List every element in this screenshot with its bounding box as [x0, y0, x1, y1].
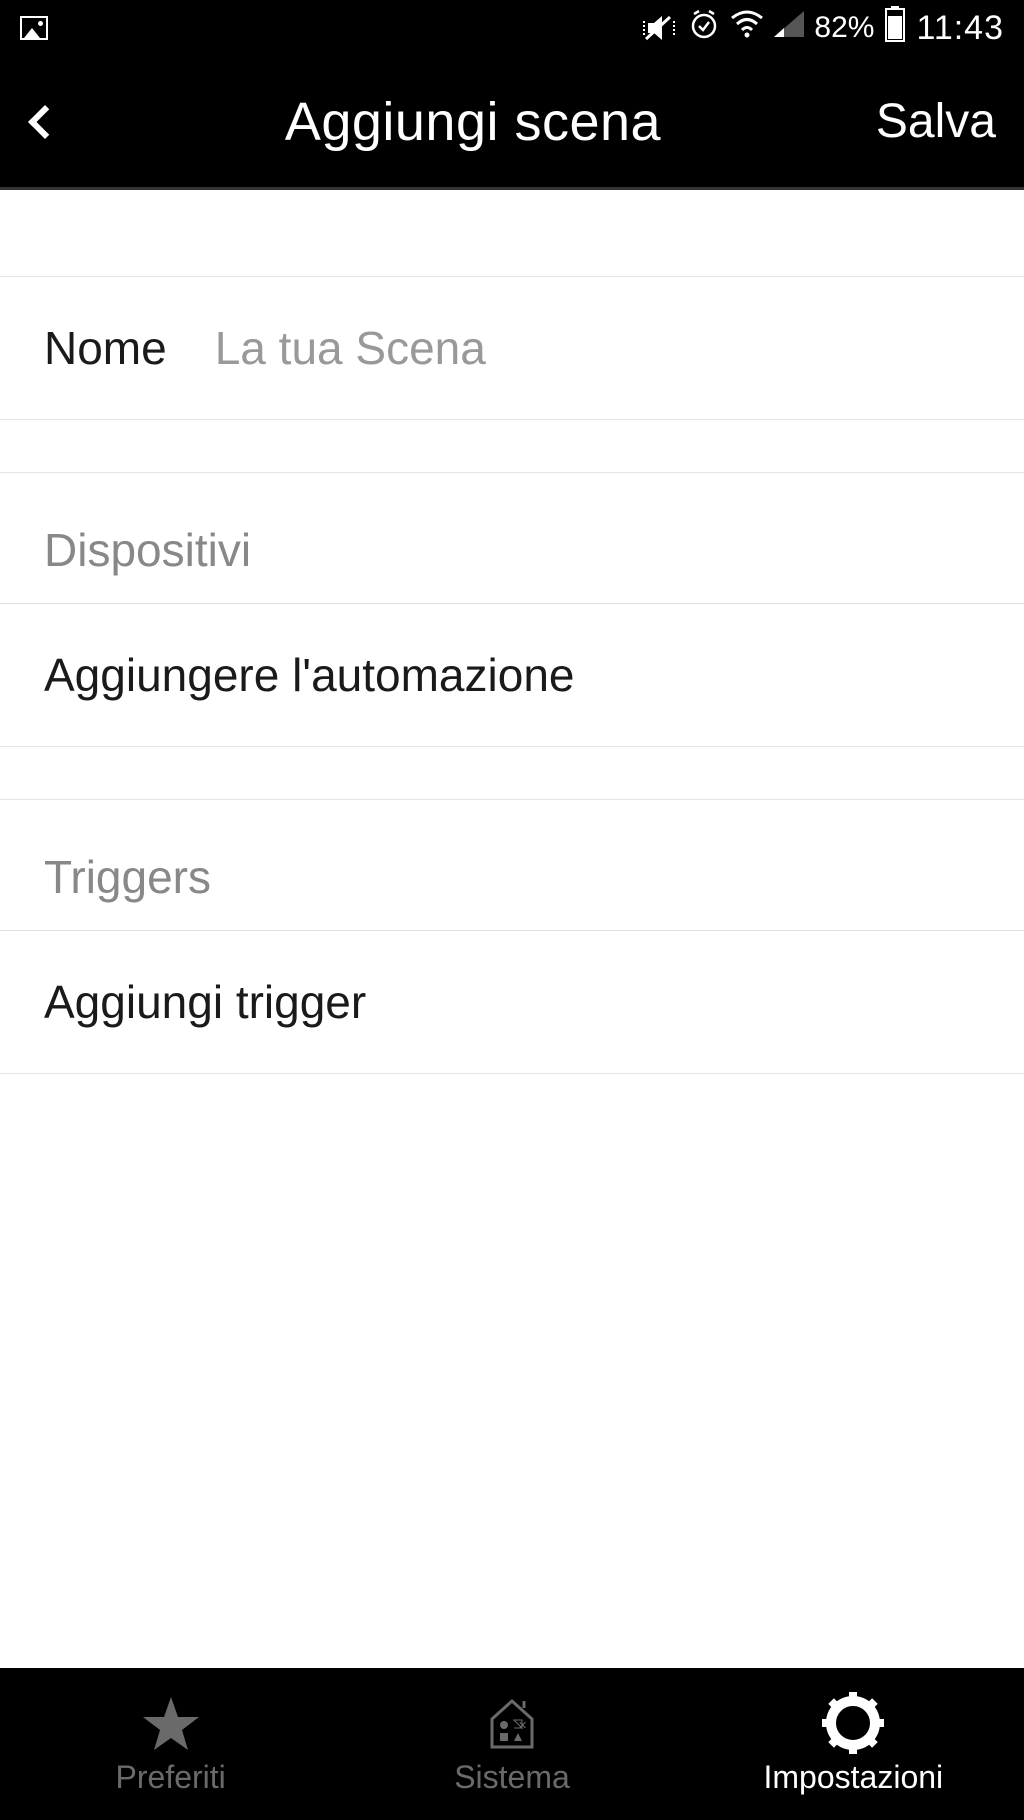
nav-system[interactable]: ✕ Sistema	[341, 1668, 682, 1820]
nav-favorites-label: Preferiti	[116, 1759, 226, 1796]
status-right: ↕ 82% 11:43	[642, 6, 1004, 50]
wifi-icon: ↕	[730, 10, 764, 46]
alarm-icon	[688, 8, 720, 48]
save-button[interactable]: Salva	[876, 94, 996, 149]
nav-settings[interactable]: Impostazioni	[683, 1668, 1024, 1820]
devices-section-header: Dispositivi	[0, 472, 1024, 604]
status-time: 11:43	[916, 9, 1004, 48]
battery-percentage: 82%	[814, 11, 874, 45]
back-button[interactable]	[20, 97, 70, 147]
name-label: Nome	[44, 321, 167, 375]
svg-text:✕: ✕	[518, 1720, 527, 1732]
bottom-nav: Preferiti ✕ Sistema	[0, 1668, 1024, 1820]
add-automation-item[interactable]: Aggiungere l'automazione	[0, 604, 1024, 747]
star-icon	[141, 1693, 201, 1753]
chevron-left-icon	[28, 105, 62, 139]
status-left	[20, 16, 48, 40]
nav-favorites[interactable]: Preferiti	[0, 1668, 341, 1820]
signal-icon	[774, 11, 804, 45]
status-bar: ↕ 82% 11:43	[0, 0, 1024, 56]
house-icon: ✕	[482, 1693, 542, 1753]
main-content: Nome Dispositivi Aggiungere l'automazion…	[0, 190, 1024, 1074]
app-header: Aggiungi scena Salva	[0, 56, 1024, 190]
nav-system-label: Sistema	[454, 1759, 570, 1796]
svg-text:↕: ↕	[745, 33, 749, 38]
triggers-section-header: Triggers	[0, 799, 1024, 931]
add-trigger-item[interactable]: Aggiungi trigger	[0, 931, 1024, 1074]
scene-name-input[interactable]	[215, 321, 980, 375]
battery-icon	[884, 6, 906, 50]
name-row[interactable]: Nome	[0, 276, 1024, 420]
vibrate-mute-icon	[642, 13, 678, 43]
gear-icon	[822, 1693, 884, 1753]
nav-settings-label: Impostazioni	[764, 1759, 944, 1796]
page-title: Aggiungi scena	[285, 91, 661, 153]
picture-icon	[20, 16, 48, 40]
